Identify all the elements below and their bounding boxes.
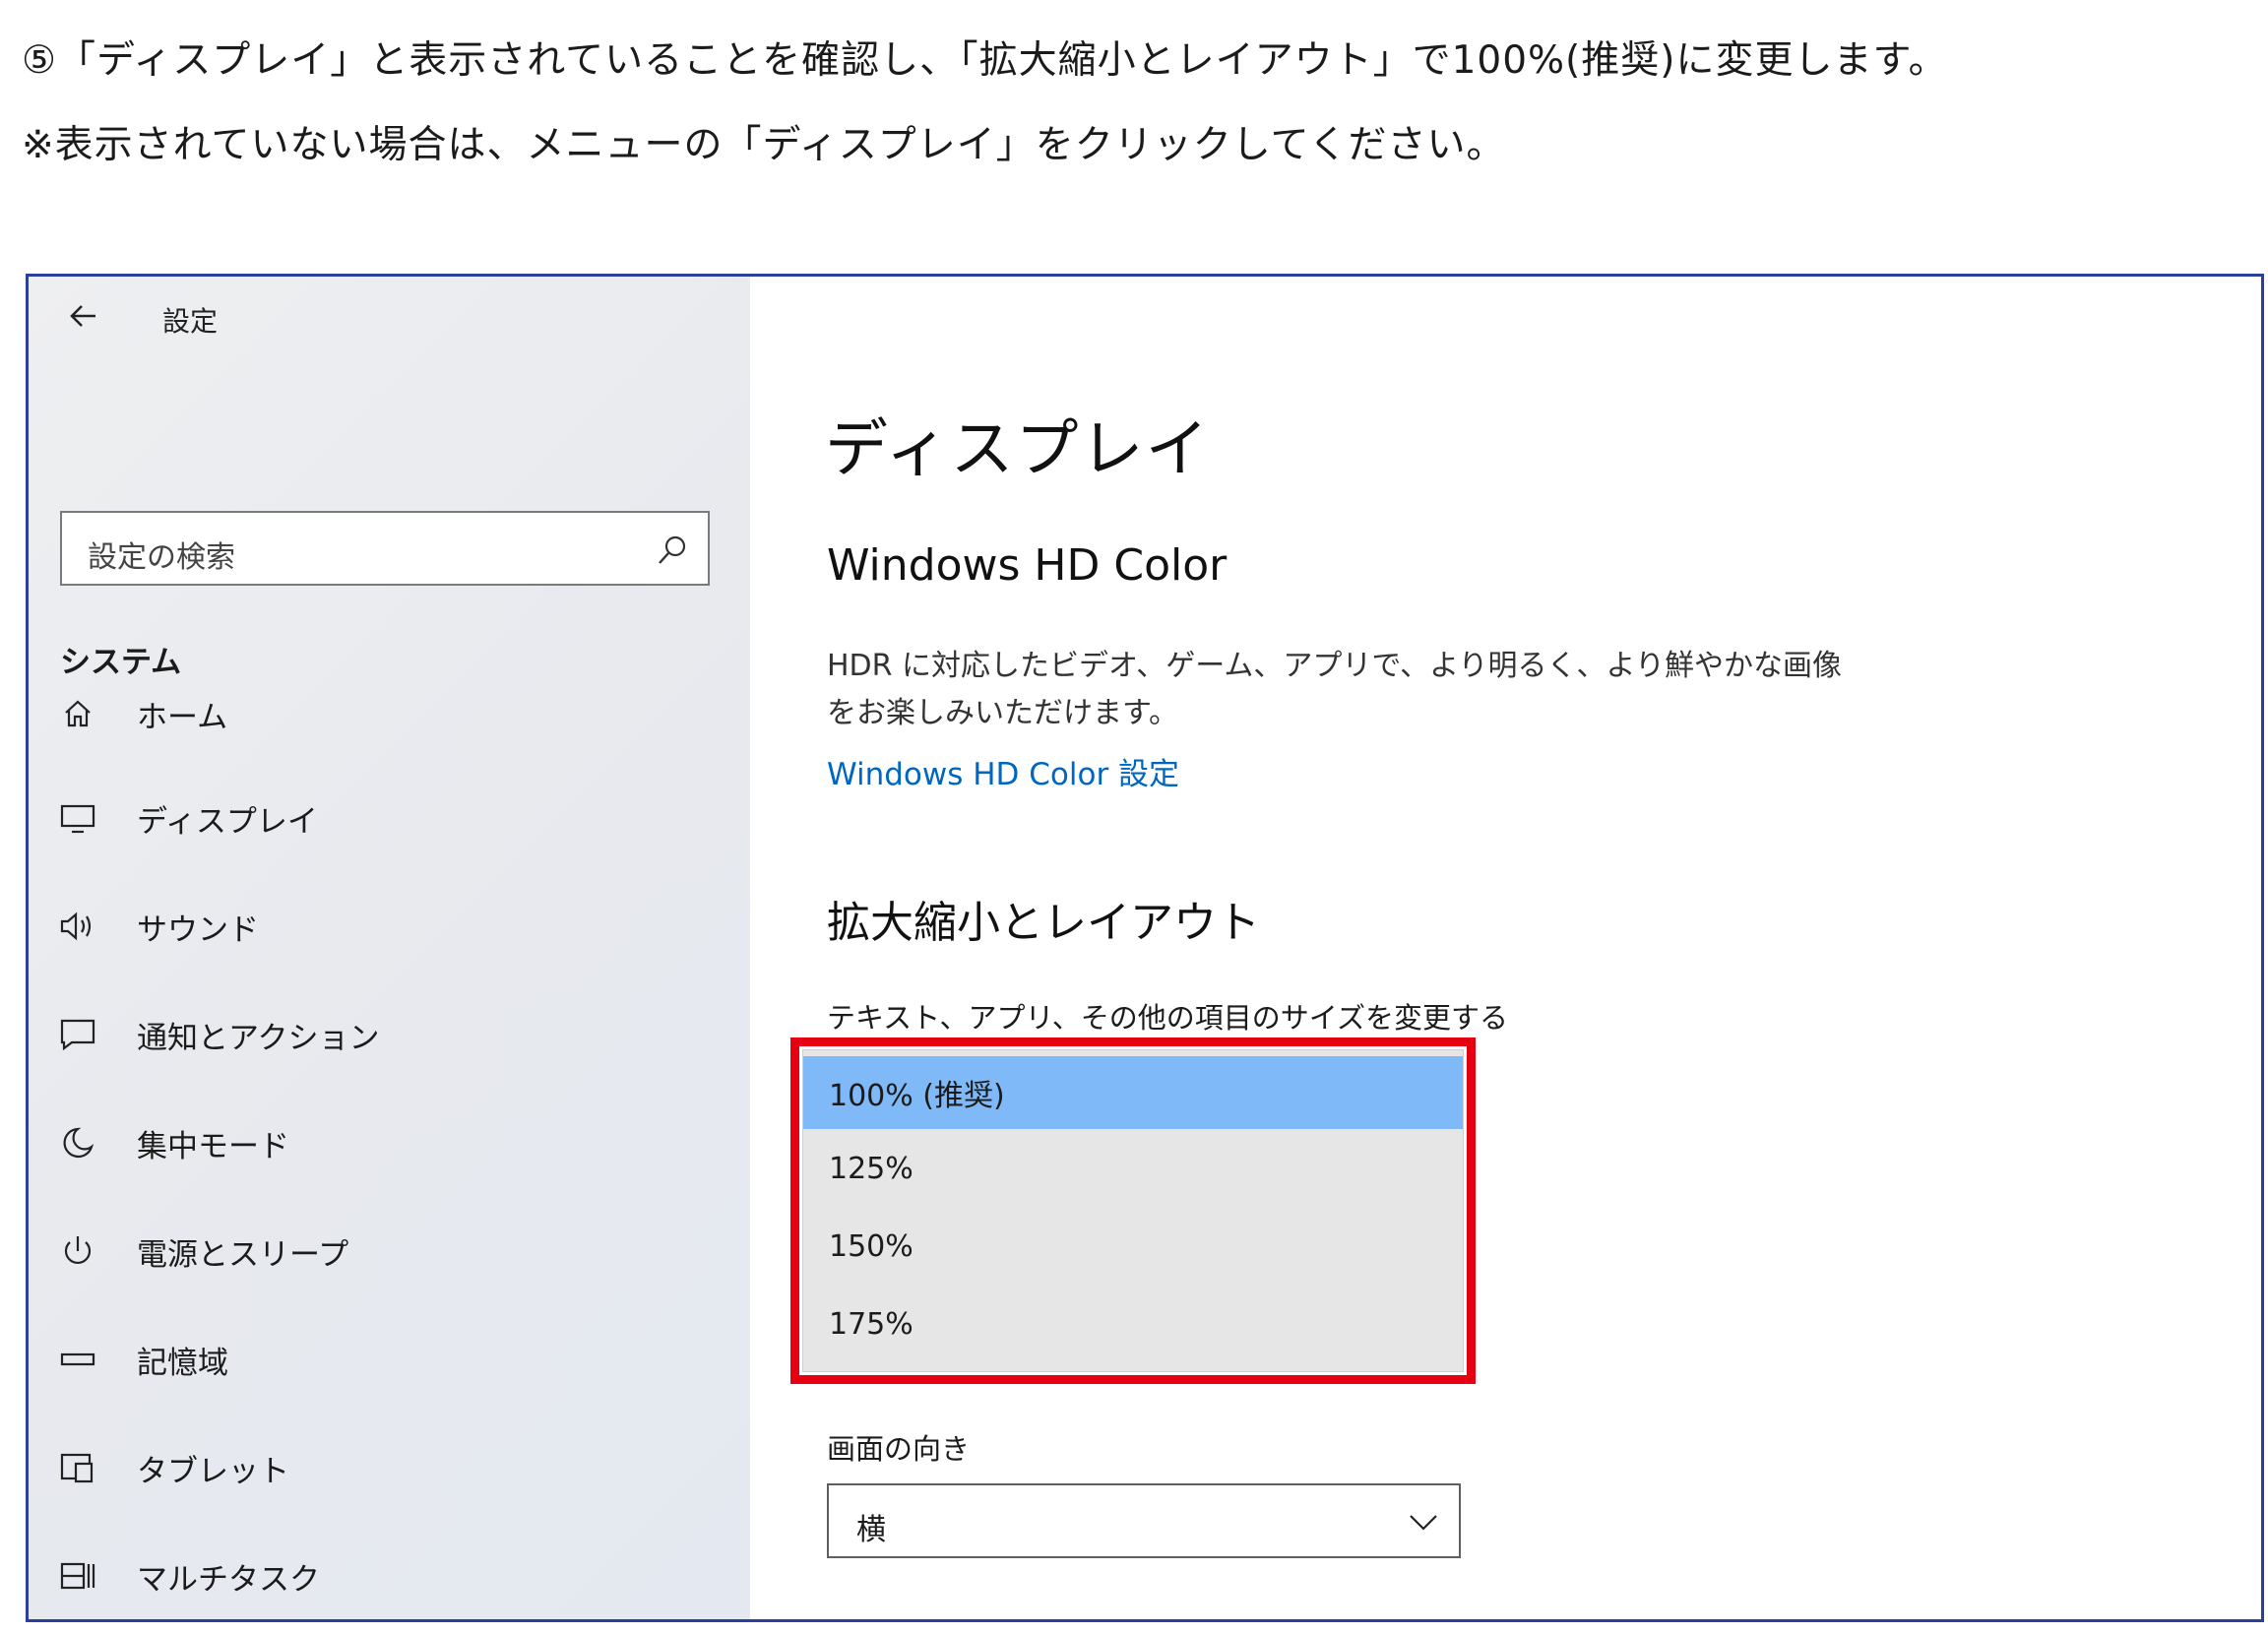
- monitor-icon: [54, 794, 101, 842]
- sidebar-item-notifications[interactable]: 通知とアクション: [54, 1005, 733, 1064]
- hd-color-settings-link[interactable]: Windows HD Color 設定: [827, 749, 1179, 793]
- sidebar-item-multitasking[interactable]: マルチタスク: [54, 1546, 733, 1605]
- scale-option[interactable]: 125%: [803, 1132, 1463, 1205]
- hd-color-description: HDR に対応したビデオ、ゲーム、アプリで、より明るく、より鮮やかな画像をお楽し…: [827, 649, 1842, 730]
- scale-option[interactable]: 175%: [803, 1288, 1463, 1360]
- instruction-line-1: ⑤「ディスプレイ」と表示されていることを確認し、「拡大縮小とレイアウト」で100…: [22, 38, 1948, 83]
- scale-label: テキスト、アプリ、その他の項目のサイズを変更する: [827, 1001, 1508, 1035]
- sidebar-item-label: サウンド: [137, 911, 259, 948]
- tablet-icon: [54, 1444, 101, 1491]
- scale-option[interactable]: 150%: [803, 1210, 1463, 1283]
- sidebar-item-label: 通知とアクション: [137, 1020, 380, 1056]
- sidebar-item-storage[interactable]: 記憶域: [54, 1330, 733, 1389]
- sidebar-item-display[interactable]: ディスプレイ: [54, 788, 733, 848]
- multitask-icon: [54, 1552, 101, 1600]
- sidebar-item-home[interactable]: ホーム: [54, 684, 733, 743]
- sidebar-item-label: ディスプレイ: [137, 803, 318, 840]
- back-button[interactable]: [62, 296, 109, 336]
- back-arrow-icon: [70, 305, 95, 327]
- sidebar: 設定 ホーム 設定の検索 システム ディスプレイ サウンド 通知とアクション 集…: [29, 277, 750, 1619]
- sidebar-item-label: タブレット: [137, 1453, 289, 1489]
- power-icon: [54, 1227, 101, 1275]
- sidebar-item-focus[interactable]: 集中モード: [54, 1113, 733, 1172]
- search-input[interactable]: 設定の検索: [60, 511, 710, 586]
- settings-window: 設定 ホーム 設定の検索 システム ディスプレイ サウンド 通知とアクション 集…: [26, 274, 2264, 1622]
- scale-option[interactable]: 100% (推奨): [803, 1056, 1463, 1129]
- instruction-line-2: ※表示されていない場合は、メニューの「ディスプレイ」をクリックしてください。: [22, 123, 1506, 167]
- sidebar-item-label: マルチタスク: [137, 1561, 320, 1598]
- window-title: 設定: [162, 305, 219, 338]
- chevron-down-icon: [1406, 1507, 1441, 1537]
- orientation-dropdown[interactable]: 横: [827, 1483, 1461, 1558]
- sidebar-item-label: 電源とスリープ: [137, 1236, 349, 1273]
- orientation-value: 横: [856, 1513, 886, 1547]
- search-placeholder: 設定の検索: [88, 540, 235, 575]
- sidebar-item-label: 記憶域: [137, 1345, 228, 1381]
- speaker-icon: [54, 903, 101, 950]
- sidebar-item-tablet[interactable]: タブレット: [54, 1438, 733, 1497]
- search-icon[interactable]: [655, 533, 690, 568]
- sidebar-item-label: 集中モード: [137, 1128, 289, 1164]
- page-title: ディスプレイ: [825, 413, 1211, 486]
- sidebar-item-sound[interactable]: サウンド: [54, 897, 733, 956]
- scale-layout-heading: 拡大縮小とレイアウト: [827, 898, 1260, 948]
- sidebar-section-system: システム: [60, 645, 182, 680]
- orientation-label: 画面の向き: [827, 1432, 971, 1466]
- moon-icon: [54, 1119, 101, 1166]
- sidebar-item-label: ホーム: [137, 699, 228, 735]
- home-icon: [54, 690, 101, 737]
- sidebar-item-power[interactable]: 電源とスリープ: [54, 1222, 733, 1281]
- main-panel: ディスプレイ Windows HD Color HDR に対応したビデオ、ゲーム…: [750, 277, 2261, 1619]
- hd-color-heading: Windows HD Color: [827, 540, 1228, 591]
- scale-dropdown-list[interactable]: 100% (推奨) 125% 150% 175%: [802, 1049, 1464, 1372]
- notification-icon: [54, 1011, 101, 1058]
- storage-icon: [54, 1336, 101, 1383]
